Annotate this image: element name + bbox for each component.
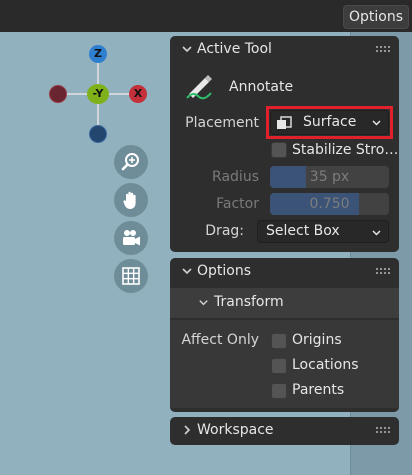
radius-slider[interactable]: 35 px <box>270 166 389 188</box>
transform-subpanel-body: Affect Only Origins Locations Parents <box>170 320 399 408</box>
gizmo-x-label: X <box>133 87 143 100</box>
pan-button[interactable] <box>114 183 148 217</box>
camera-icon <box>123 230 140 246</box>
workspace-title: Workspace <box>197 422 274 438</box>
origins-checkbox[interactable] <box>271 333 287 349</box>
chevron-right-icon <box>184 425 191 435</box>
affect-only-label: Affect Only <box>181 332 259 348</box>
transform-subpanel-header[interactable]: Transform <box>170 288 399 318</box>
zoom-button[interactable] <box>114 145 148 179</box>
factor-slider[interactable]: 0.750 <box>270 193 389 215</box>
drag-dropdown[interactable]: Select Box <box>257 220 389 243</box>
options-button[interactable]: Options <box>343 5 409 29</box>
drag-value: Select Box <box>266 223 340 239</box>
transform-title: Transform <box>214 294 284 310</box>
chevron-down-icon <box>372 230 381 236</box>
drag-handle-icon[interactable] <box>375 45 391 53</box>
chevron-down-icon <box>372 120 381 126</box>
placement-value: Surface <box>303 114 357 130</box>
chevron-down-icon <box>199 300 208 306</box>
radius-value: 35 px <box>309 169 350 185</box>
stabilize-stroke-checkbox[interactable] <box>271 142 287 158</box>
gizmo-neg-y-axis[interactable]: -Y <box>87 84 109 104</box>
parents-checkbox[interactable] <box>271 383 287 399</box>
drag-handle-icon[interactable] <box>375 267 391 275</box>
gizmo-neg-z-axis[interactable] <box>89 125 107 143</box>
options-header[interactable]: Options <box>170 258 399 286</box>
grid-icon <box>122 267 140 285</box>
active-tool-title: Active Tool <box>197 41 272 57</box>
options-panel: Options Transform Affect Only Origins Lo… <box>170 258 399 412</box>
gizmo-x-axis[interactable]: X <box>129 85 147 103</box>
chevron-down-icon <box>182 268 192 275</box>
locations-label: Locations <box>292 357 359 373</box>
options-title: Options <box>197 263 252 279</box>
surface-icon <box>277 116 292 129</box>
gizmo-neg-x-axis[interactable] <box>49 85 67 103</box>
factor-value: 0.750 <box>309 196 350 212</box>
factor-label: Factor <box>216 196 259 212</box>
gizmo-z-label: Z <box>94 47 102 60</box>
annotate-tool-icon <box>186 75 212 100</box>
drag-handle-icon[interactable] <box>375 426 391 434</box>
gizmo-z-axis[interactable]: Z <box>89 45 107 63</box>
origins-label: Origins <box>292 332 342 348</box>
parents-label: Parents <box>292 382 345 398</box>
hand-pan-icon <box>123 191 136 209</box>
placement-label: Placement <box>185 115 259 131</box>
ortho-toggle-button[interactable] <box>114 259 148 293</box>
active-tool-panel: Active Tool Annotate Placement Surface S… <box>170 36 399 252</box>
gizmo-y-label: -Y <box>92 87 104 100</box>
drag-label: Drag: <box>205 223 244 239</box>
placement-dropdown[interactable]: Surface <box>270 110 389 135</box>
stabilize-stroke-label: Stabilize Stro… <box>292 142 399 158</box>
camera-view-button[interactable] <box>114 221 148 255</box>
active-tool-header[interactable]: Active Tool <box>170 36 399 64</box>
locations-checkbox[interactable] <box>271 358 287 374</box>
zoom-icon <box>121 153 139 171</box>
workspace-panel[interactable]: Workspace <box>170 417 399 445</box>
radius-label: Radius <box>212 169 259 185</box>
chevron-down-icon <box>182 46 192 53</box>
tool-name: Annotate <box>229 79 294 95</box>
